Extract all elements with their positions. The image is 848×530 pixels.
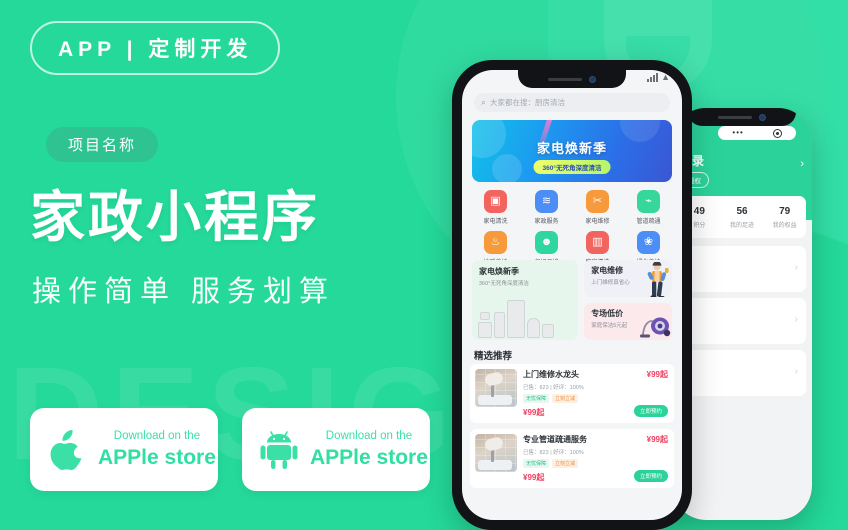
- item-tag-guarantee: 无忧保障: [523, 394, 550, 403]
- list-item[interactable]: 上门维修水龙头 已售：823 | 好评：100% 无忧保障 立刻立减 ¥99起 …: [470, 364, 674, 423]
- close-icon[interactable]: [772, 128, 782, 138]
- item-tag-guarantee: 无忧保障: [523, 459, 550, 468]
- android-store-button[interactable]: Download on the APPle store: [242, 408, 430, 491]
- service-appliance-repair[interactable]: ✂ 家电维修: [572, 190, 623, 225]
- more-menu-icon[interactable]: •••: [732, 129, 743, 137]
- promo-card-row: 家电焕新季 360°无死角深度清洁 家电维修 上门维修真省心 专场低价 家庭保洁…: [472, 260, 672, 340]
- promo-banner[interactable]: 家电焕新季 360°无死角深度清洁: [472, 120, 672, 182]
- phone-mockup-front: ▲ ⌕ 大家都在搜：厨房清洁 家电焕新季 360°无死角深度清洁 ▣ 家电清洗: [452, 60, 692, 530]
- service-label: 家电清洗: [483, 219, 508, 225]
- poster-canvas: DESIGN APP | 定制开发 项目名称 家政小程序 操作简单 服务划算 D…: [0, 0, 848, 530]
- phone-mockup-back: ••• 登录 授权 › 49 积分 56 我的足迹 79 我的权益 › › ›: [672, 108, 812, 520]
- page-subtitle: 操作简单 服务划算: [32, 276, 336, 308]
- item-tag-discount: 立刻立减: [552, 394, 579, 403]
- service-icon-grid: ▣ 家电清洗 ≋ 家政服务 ✂ 家电维修 ⌁ 管道疏通 ♨ 地暖养护: [470, 190, 674, 266]
- item-meta: 已售：823 | 好评：100%: [523, 385, 584, 391]
- floor-heating-icon: ♨: [484, 231, 507, 254]
- speaker-bar: [548, 77, 582, 81]
- item-tags: 无忧保障 立刻立减: [523, 394, 669, 403]
- banner-circle: [492, 154, 522, 182]
- card-appliance-repair[interactable]: 家电维修 上门维修真省心: [584, 260, 672, 297]
- android-store-main-label: APPle store: [310, 445, 428, 469]
- card-appliance-season[interactable]: 家电焕新季 360°无死角深度清洁: [472, 260, 579, 340]
- list-item[interactable]: 专业管道疏通服务 已售：823 | 好评：100% 无忧保障 立刻立减 ¥99起…: [470, 429, 674, 488]
- plant-icon: ❀: [637, 231, 660, 254]
- pipe-icon: ⌁: [637, 190, 660, 213]
- apple-store-top-label: Download on the: [113, 429, 201, 442]
- recommend-section-title: 精选推荐: [474, 351, 513, 362]
- signal-icon: [647, 73, 659, 82]
- page-title: 家政小程序: [30, 186, 321, 248]
- profile-row-1[interactable]: ›: [678, 246, 806, 292]
- item-thumbnail: [475, 369, 517, 407]
- service-pipe-unclogging[interactable]: ⌁ 管道疏通: [623, 190, 674, 225]
- item-price-top: ¥99起: [646, 435, 668, 444]
- store-buttons: Download on the APPle store Download on …: [30, 408, 430, 491]
- service-housekeeping[interactable]: ≋ 家政服务: [521, 190, 572, 225]
- search-placeholder: 大家都在搜：厨房清洁: [490, 98, 566, 107]
- android-store-labels: Download on the APPle store: [310, 430, 428, 470]
- promo-card-column: 家电维修 上门维修真省心 专场低价 家庭保洁5元起: [584, 260, 672, 340]
- book-now-button[interactable]: 立即预约: [633, 405, 668, 417]
- android-store-top-label: Download on the: [325, 429, 413, 442]
- row-chevron-icon: ›: [794, 366, 798, 377]
- stat-benefits-value: 79: [779, 205, 791, 217]
- stat-footprints[interactable]: 56 我的足迹: [721, 206, 764, 229]
- item-tag-discount: 立刻立减: [552, 459, 579, 468]
- apple-store-main-label: APPle store: [98, 445, 216, 469]
- vacuum-illustration: [640, 317, 671, 338]
- profile-row-2[interactable]: ›: [678, 298, 806, 344]
- home-screen: ▲ ⌕ 大家都在搜：厨房清洁 家电焕新季 360°无死角深度清洁 ▣ 家电清洗: [462, 70, 682, 520]
- housekeeping-icon: ≋: [535, 190, 558, 213]
- apple-store-labels: Download on the APPle store: [98, 430, 216, 470]
- stat-footprints-value: 56: [736, 205, 748, 217]
- washer-icon: ▣: [484, 190, 507, 213]
- stat-benefits[interactable]: 79 我的权益: [763, 206, 806, 229]
- banner-tag: 360°无死角深度清洁: [533, 160, 611, 174]
- camera-icon: [589, 75, 596, 83]
- apple-store-button[interactable]: Download on the APPle store: [30, 408, 218, 491]
- row-chevron-icon: ›: [794, 314, 798, 325]
- profile-stats-card: 49 积分 56 我的足迹 79 我的权益: [678, 196, 806, 238]
- service-label: 家政服务: [534, 219, 559, 225]
- speaker-bar: [718, 115, 752, 119]
- phone-notch-front: [518, 70, 626, 88]
- profile-screen: ••• 登录 授权 › 49 积分 56 我的足迹 79 我的权益 › › ›: [672, 108, 812, 520]
- book-now-button[interactable]: 立即预约: [633, 470, 668, 482]
- worker-illustration: [647, 262, 669, 297]
- search-icon: ⌕: [481, 97, 487, 107]
- status-bar: ▲: [647, 73, 670, 82]
- recommend-list: 上门维修水龙头 已售：823 | 好评：100% 无忧保障 立刻立减 ¥99起 …: [470, 364, 674, 488]
- stat-footprints-label: 我的足迹: [730, 222, 755, 229]
- android-icon: [256, 430, 302, 470]
- wifi-icon: ▲: [661, 72, 670, 82]
- curtain-icon: ▥: [586, 231, 609, 254]
- banner-title: 家电焕新季: [536, 141, 607, 156]
- project-name-label: 项目名称: [46, 127, 159, 162]
- tools-icon: ✂: [586, 190, 609, 213]
- profile-chevron-icon[interactable]: ›: [800, 158, 804, 170]
- apple-icon: [44, 429, 90, 470]
- profile-row-3[interactable]: ›: [678, 350, 806, 396]
- card-title: 家电焕新季: [479, 267, 519, 276]
- service-label: 家电维修: [585, 219, 610, 225]
- phone-notch-back: [688, 108, 796, 126]
- stat-benefits-label: 我的权益: [772, 222, 797, 229]
- service-label: 管道疏通: [636, 219, 661, 225]
- miniapp-capsule-bar[interactable]: •••: [718, 126, 796, 140]
- item-meta: 已售：823 | 好评：100%: [523, 450, 584, 456]
- nanny-icon: ☻: [535, 231, 558, 254]
- search-input[interactable]: ⌕ 大家都在搜：厨房清洁: [474, 93, 670, 112]
- appliance-illustration: [478, 296, 574, 338]
- app-custom-dev-badge: APP | 定制开发: [30, 21, 281, 75]
- camera-icon: [759, 113, 766, 121]
- item-price-top: ¥99起: [646, 370, 668, 379]
- item-thumbnail: [475, 434, 517, 472]
- item-tags: 无忧保障 立刻立减: [523, 459, 669, 468]
- row-chevron-icon: ›: [794, 262, 798, 273]
- card-flash-sale[interactable]: 专场低价 家庭保洁5元起: [584, 303, 672, 340]
- card-subtitle: 360°无死角深度清洁: [479, 281, 529, 287]
- service-appliance-cleaning[interactable]: ▣ 家电清洗: [470, 190, 521, 225]
